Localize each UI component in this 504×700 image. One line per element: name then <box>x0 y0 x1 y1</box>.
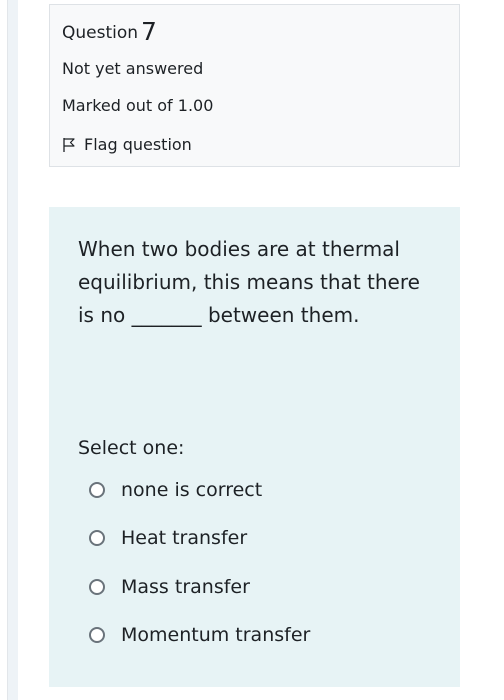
question-number: 7 <box>141 17 157 46</box>
answer-option[interactable]: Mass transfer <box>89 576 250 598</box>
radio-button[interactable] <box>89 627 105 643</box>
question-grade: Marked out of 1.00 <box>62 96 214 115</box>
left-scroll-strip <box>0 0 8 700</box>
flag-question-link[interactable]: Flag question <box>62 135 192 154</box>
quiz-page: Question 7 Not yet answered Marked out of… <box>0 0 504 700</box>
question-heading: Question 7 <box>62 17 157 46</box>
question-text: When two bodies are at thermal equilibri… <box>78 237 420 327</box>
question-label: Question <box>62 23 139 43</box>
answer-option-label: Momentum transfer <box>121 624 311 646</box>
flag-question-label: Flag question <box>84 135 192 154</box>
radio-button[interactable] <box>89 579 105 595</box>
answer-option-label: none is correct <box>121 479 263 501</box>
answer-option[interactable]: Momentum transfer <box>89 624 310 646</box>
answer-option-label: Mass transfer <box>121 576 250 598</box>
answer-option[interactable]: Heat transfer <box>89 527 247 549</box>
question-formulation: When two bodies are at thermal equilibri… <box>49 207 460 687</box>
radio-button[interactable] <box>89 482 105 498</box>
radio-button[interactable] <box>89 530 105 546</box>
question-info-panel: Question 7 Not yet answered Marked out of… <box>49 4 460 167</box>
question-state: Not yet answered <box>62 59 204 78</box>
flag-icon <box>62 137 76 153</box>
answer-option[interactable]: none is correct <box>89 479 262 501</box>
answer-option-label: Heat transfer <box>121 527 248 549</box>
select-one-prompt: Select one: <box>78 437 185 459</box>
